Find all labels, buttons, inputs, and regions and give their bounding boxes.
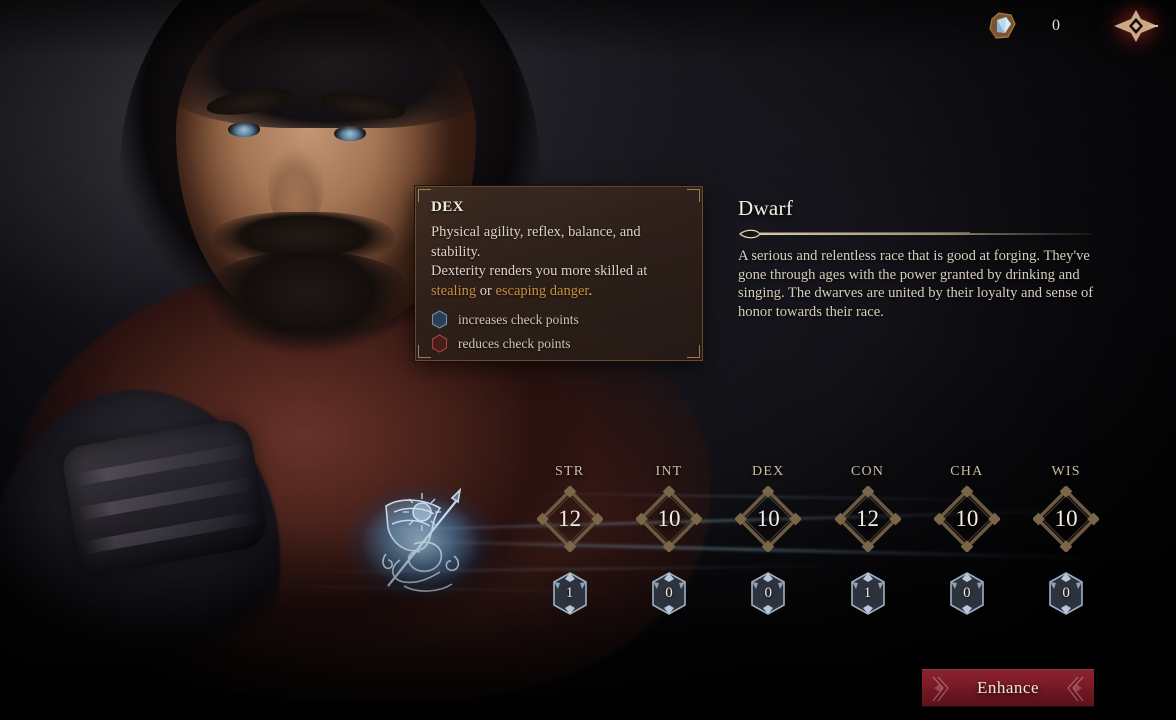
stat-column-wis[interactable]: WIS 10 bbox=[1016, 464, 1115, 554]
stat-label-str: STR bbox=[555, 464, 585, 479]
stat-label-cha: CHA bbox=[950, 464, 984, 479]
modifier-value-con: 1 bbox=[863, 585, 872, 601]
blue-hexagon-icon bbox=[431, 310, 448, 329]
ornamental-divider bbox=[738, 227, 1094, 241]
stat-value-con: 12 bbox=[856, 506, 880, 531]
currency-display[interactable]: 0 bbox=[986, 10, 1092, 42]
modifier-badge-str[interactable]: 1 bbox=[548, 570, 592, 617]
modifier-badge-cha[interactable]: 0 bbox=[945, 570, 989, 617]
stat-frame-str[interactable]: 12 bbox=[535, 485, 604, 553]
stat-column-con[interactable]: CON 12 bbox=[818, 464, 917, 554]
enhance-button[interactable]: Enhance bbox=[922, 669, 1094, 707]
stat-column-str[interactable]: STR 12 bbox=[520, 464, 619, 554]
tooltip-corner bbox=[418, 189, 431, 202]
stat-column-cha[interactable]: CHA 10 bbox=[917, 464, 1016, 554]
faction-emblem-icon[interactable] bbox=[1110, 4, 1162, 48]
currency-value: 0 bbox=[1052, 17, 1060, 34]
modifier-value-cha: 0 bbox=[963, 585, 971, 601]
race-description: A serious and relentless race that is go… bbox=[738, 248, 1094, 320]
tooltip-legend: increases check points reduces check poi… bbox=[431, 310, 687, 353]
button-ornament-right-icon bbox=[1067, 676, 1084, 702]
tooltip-highlight-escaping-danger: escaping danger bbox=[495, 282, 589, 299]
modifier-column-wis[interactable]: 0 bbox=[1016, 570, 1115, 618]
race-info-panel: Dwarf A serious and relentless race that… bbox=[738, 196, 1094, 321]
stat-value-int: 10 bbox=[657, 506, 681, 531]
portrait-eye-left bbox=[228, 122, 260, 137]
stat-column-dex[interactable]: DEX 10 bbox=[719, 464, 818, 554]
tooltip-title: DEX bbox=[431, 199, 464, 215]
divider-icon bbox=[738, 229, 1092, 239]
stat-value-dex: 10 bbox=[756, 506, 780, 531]
stat-frame-cha[interactable]: 10 bbox=[932, 485, 1001, 553]
red-hexagon-icon bbox=[431, 334, 448, 353]
tooltip-corner bbox=[687, 345, 700, 358]
attribute-row: STR 12 INT 10 DEX 10 CON 12 CHA 10 WIS 1… bbox=[520, 464, 1116, 554]
modifier-column-int[interactable]: 0 bbox=[619, 570, 718, 618]
stat-label-dex: DEX bbox=[752, 464, 785, 479]
tooltip-corner bbox=[687, 189, 700, 202]
legend-label-increase: increases check points bbox=[458, 311, 579, 327]
stat-frame-dex[interactable]: 10 bbox=[734, 485, 803, 553]
legend-label-reduce: reduces check points bbox=[458, 335, 571, 351]
portrait-eye-right bbox=[334, 126, 366, 141]
enhance-button-label: Enhance bbox=[976, 678, 1040, 697]
modifier-badge-con[interactable]: 1 bbox=[846, 570, 890, 617]
modifier-badge-wis[interactable]: 0 bbox=[1044, 570, 1088, 617]
stat-value-cha: 10 bbox=[955, 506, 979, 531]
tooltip-corner bbox=[418, 345, 431, 358]
stat-frame-wis[interactable]: 10 bbox=[1032, 485, 1101, 553]
tooltip-line-1: Physical agility, reflex, balance, and s… bbox=[431, 224, 641, 260]
modifier-value-dex: 0 bbox=[764, 585, 772, 601]
stat-label-con: CON bbox=[850, 464, 885, 479]
tooltip-line-2-mid: or bbox=[476, 282, 496, 299]
modifier-badge-dex[interactable]: 0 bbox=[746, 570, 790, 617]
stat-frame-int[interactable]: 10 bbox=[634, 485, 703, 553]
top-bar: 0 bbox=[0, 0, 1176, 52]
stat-value-wis: 10 bbox=[1054, 506, 1078, 531]
stat-tooltip-dex: DEX Physical agility, reflex, balance, a… bbox=[415, 186, 703, 361]
stat-label-wis: WIS bbox=[1051, 464, 1081, 479]
modifier-value-int: 0 bbox=[665, 585, 673, 601]
stat-value-str: 12 bbox=[558, 506, 582, 531]
stat-column-int[interactable]: INT 10 bbox=[619, 464, 718, 554]
gem-shard-icon bbox=[989, 12, 1016, 39]
race-title: Dwarf bbox=[738, 196, 794, 220]
modifier-row: 1 0 0 1 0 0 bbox=[520, 570, 1116, 618]
legend-row-increase: increases check points bbox=[431, 310, 687, 329]
modifier-value-str: 1 bbox=[565, 585, 574, 601]
modifier-column-str[interactable]: 1 bbox=[520, 570, 619, 618]
tooltip-line-2-suffix: . bbox=[588, 282, 593, 299]
button-ornament-left-icon bbox=[932, 676, 949, 702]
modifier-column-cha[interactable]: 0 bbox=[917, 570, 1016, 618]
stat-label-int: INT bbox=[655, 464, 683, 479]
legend-row-reduce: reduces check points bbox=[431, 334, 687, 353]
modifier-column-con[interactable]: 1 bbox=[818, 570, 917, 618]
character-creation-screen: 0 DEX Physical agility, reflex, balance,… bbox=[0, 0, 1176, 720]
tooltip-line-2-prefix: Dexterity renders you more skilled at bbox=[431, 263, 648, 279]
modifier-value-wis: 0 bbox=[1062, 585, 1070, 601]
tooltip-highlight-stealing: stealing bbox=[431, 282, 477, 299]
modifier-column-dex[interactable]: 0 bbox=[719, 570, 818, 618]
stat-frame-con[interactable]: 12 bbox=[833, 485, 902, 553]
tooltip-description: Physical agility, reflex, balance, and s… bbox=[431, 223, 687, 301]
modifier-badge-int[interactable]: 0 bbox=[647, 570, 691, 617]
